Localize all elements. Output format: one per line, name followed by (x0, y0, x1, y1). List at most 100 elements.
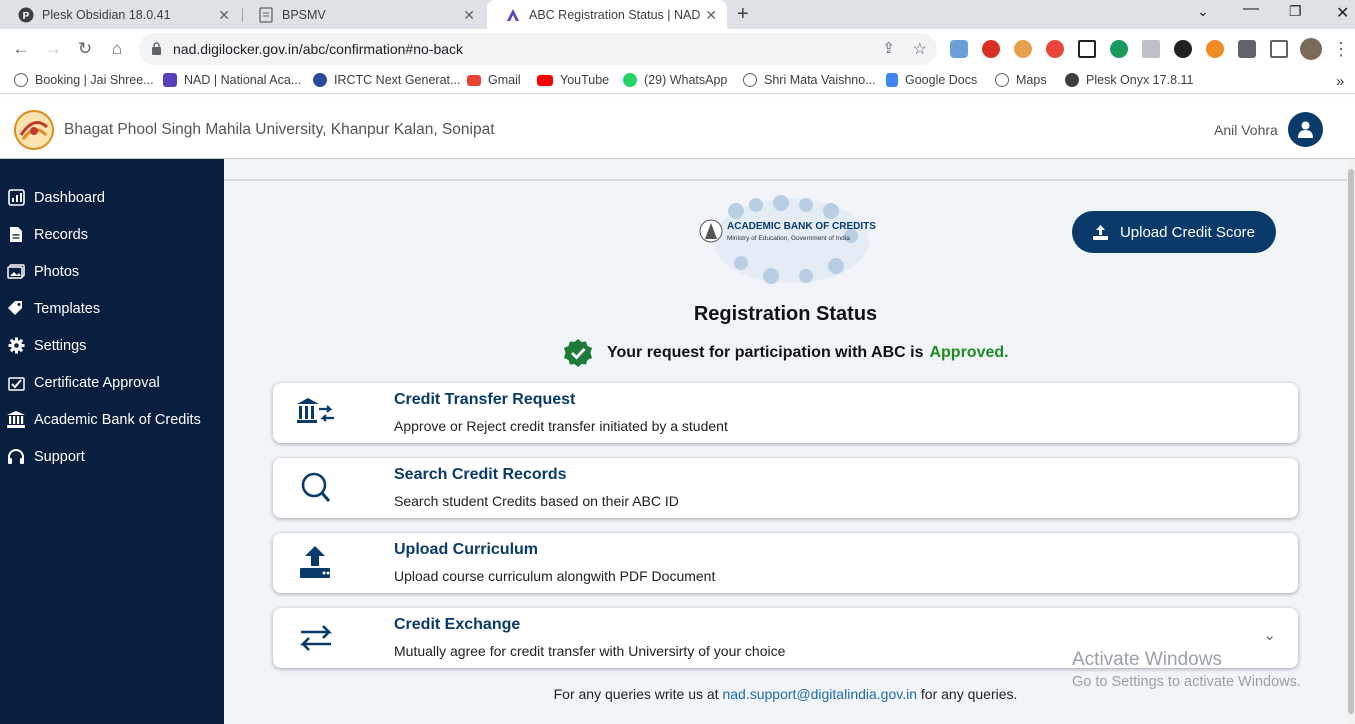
sidebar-item-label: Support (34, 448, 85, 465)
exchange-icon (299, 625, 333, 651)
youtube-icon (537, 74, 553, 86)
minimize-icon[interactable]: — (1243, 0, 1259, 18)
bookmark-nad[interactable]: NAD | National Aca... (163, 73, 301, 87)
sidebar-item-academic-bank[interactable]: Academic Bank of Credits (0, 401, 224, 438)
support-email-link[interactable]: nad.support@digitalindia.gov.in (722, 686, 917, 702)
activate-windows-watermark: Activate Windows Go to Settings to activ… (1072, 649, 1301, 690)
sidebar-item-settings[interactable]: Settings (0, 327, 224, 364)
user-name[interactable]: Anil Vohra (1214, 122, 1278, 138)
sidebar-item-support[interactable]: Support (0, 438, 224, 475)
side-panel-icon[interactable] (1270, 40, 1288, 58)
chevron-down-icon[interactable]: ⌄ (1263, 626, 1276, 644)
address-bar[interactable]: nad.digilocker.gov.in/abc/confirmation#n… (139, 33, 937, 65)
extension-green-icon[interactable] (1110, 40, 1128, 58)
dashboard-icon (7, 189, 25, 207)
tag-icon (7, 300, 25, 318)
more-bookmarks-icon[interactable]: » (1336, 73, 1344, 90)
extension-dots-icon[interactable] (1046, 40, 1064, 58)
home-icon[interactable]: ⌂ (107, 39, 127, 59)
bookmark-irctc[interactable]: IRCTC Next Generat... (313, 73, 460, 87)
card-search-credit-records[interactable]: Search Credit Records Search student Cre… (273, 458, 1298, 518)
extension-grid-icon[interactable] (1078, 40, 1096, 58)
bookmark-google-docs[interactable]: Google Docs (886, 73, 977, 87)
registration-status-title: Registration Status (693, 303, 878, 325)
support-note-suffix: for any queries. (920, 686, 1018, 702)
photos-icon (7, 263, 25, 281)
user-icon (1298, 121, 1313, 138)
forward-icon[interactable]: → (43, 39, 63, 59)
sidebar-item-templates[interactable]: Templates (0, 290, 224, 327)
card-title: Credit Transfer Request (394, 391, 576, 408)
world-map-icon (699, 195, 869, 284)
card-title: Credit Exchange (394, 616, 521, 633)
bookmark-label: Gmail (488, 73, 521, 87)
plesk-favicon-icon: P (18, 7, 34, 22)
sidebar-item-dashboard[interactable]: Dashboard (0, 179, 224, 216)
support-note-prefix: For any queries write us at (553, 686, 719, 702)
bookmark-star-icon[interactable]: ☆ (913, 39, 927, 59)
irctc-icon (313, 73, 327, 87)
main-content: ACADEMIC BANK OF CREDITS Ministry of Edu… (224, 159, 1347, 724)
profile-avatar[interactable] (1300, 38, 1322, 60)
headset-icon (7, 448, 25, 466)
tab-search-icon[interactable]: ⌄ (1197, 3, 1209, 20)
close-tab-icon[interactable]: ✕ (463, 7, 475, 24)
bookmark-plesk-onyx[interactable]: Plesk Onyx 17.8.11 (1065, 73, 1193, 87)
sidebar-item-label: Templates (34, 300, 101, 317)
window-close-icon[interactable]: ✕ (1336, 3, 1349, 23)
sidebar-item-photos[interactable]: Photos (0, 253, 224, 290)
bookmark-maps[interactable]: Maps (995, 73, 1047, 87)
tab-title: ABC Registration Status | NAD (529, 7, 701, 22)
scrollbar-thumb[interactable] (1348, 169, 1354, 714)
globe-icon (743, 73, 757, 87)
search-icon (301, 472, 331, 502)
card-title: Search Credit Records (394, 466, 567, 483)
card-credit-transfer[interactable]: Credit Transfer Request Approve or Rejec… (273, 383, 1298, 443)
bookmark-label: Shri Mata Vaishno... (764, 73, 876, 87)
sidebar-item-label: Academic Bank of Credits (34, 411, 201, 428)
menu-kebab-icon[interactable]: ⋮ (1331, 39, 1351, 59)
tab-bpsmv[interactable]: BPSMV ✕ (240, 0, 485, 29)
bookmark-label: NAD | National Aca... (184, 73, 302, 87)
close-tab-icon[interactable]: ✕ (705, 7, 717, 24)
extension-dark-icon[interactable] (1174, 40, 1192, 58)
share-icon[interactable]: ⇪ (882, 39, 895, 57)
card-description: Upload course curriculum alongwith PDF D… (394, 568, 716, 584)
card-description: Mutually agree for credit transfer with … (394, 643, 786, 659)
status-approved: Approved. (929, 344, 1009, 361)
bookmark-gmail[interactable]: Gmail (467, 73, 521, 87)
card-upload-curriculum[interactable]: Upload Curriculum Upload course curricul… (273, 533, 1298, 593)
bookmark-booking[interactable]: Booking | Jai Shree... (14, 73, 154, 87)
restore-icon[interactable]: ❐ (1289, 3, 1302, 20)
extension-face-icon[interactable] (1014, 40, 1032, 58)
sidebar-item-certificate-approval[interactable]: Certificate Approval (0, 364, 224, 401)
extensions-puzzle-icon[interactable] (1238, 40, 1256, 58)
bank-icon (7, 411, 25, 429)
extension-red-icon[interactable] (982, 40, 1000, 58)
new-tab-button[interactable]: + (737, 3, 749, 26)
app-header: Bhagat Phool Singh Mahila University, Kh… (0, 101, 1355, 159)
university-name: Bhagat Phool Singh Mahila University, Kh… (64, 121, 495, 138)
tab-plesk[interactable]: P Plesk Obsidian 18.0.41 ✕ (0, 0, 240, 29)
upload-credit-score-button[interactable]: Upload Credit Score (1072, 211, 1276, 253)
nad-favicon-icon (507, 8, 519, 21)
bookmark-label: Maps (1016, 73, 1047, 87)
sidebar-item-records[interactable]: Records (0, 216, 224, 253)
extension-orange-icon[interactable] (1206, 40, 1224, 58)
back-icon[interactable]: ← (11, 39, 31, 59)
bookmark-youtube[interactable]: YouTube (537, 73, 609, 87)
tab-abc-registration[interactable]: ABC Registration Status | NAD ✕ (487, 0, 727, 29)
reload-icon[interactable]: ↻ (75, 39, 95, 59)
browser-tab-strip: P Plesk Obsidian 18.0.41 ✕ BPSMV ✕ ABC R… (0, 0, 1355, 29)
extension-gray-icon[interactable] (1142, 40, 1160, 58)
close-tab-icon[interactable]: ✕ (218, 7, 230, 24)
user-avatar[interactable] (1288, 112, 1323, 147)
bookmark-whatsapp[interactable]: (29) WhatsApp (623, 73, 727, 87)
url-text[interactable]: nad.digilocker.gov.in/abc/confirmation#n… (173, 41, 463, 57)
tab-title: Plesk Obsidian 18.0.41 (42, 7, 171, 22)
bookmarks-bar: Booking | Jai Shree... NAD | National Ac… (0, 69, 1355, 94)
approval-status: Your request for participation with ABC … (564, 339, 1009, 367)
vertical-scrollbar[interactable] (1347, 159, 1355, 724)
bookmark-vaishno[interactable]: Shri Mata Vaishno... (743, 73, 876, 87)
extension-feather-icon[interactable] (950, 40, 968, 58)
